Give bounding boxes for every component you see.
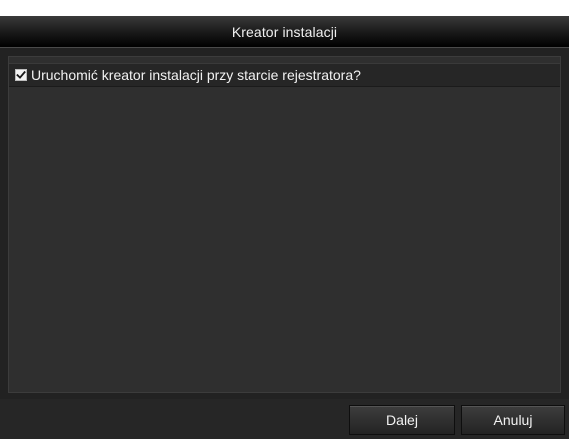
startup-wizard-option-label: Uruchomić kreator instalacji przy starci… xyxy=(31,67,361,83)
dialog-title: Kreator instalacji xyxy=(231,23,338,40)
next-button[interactable]: Dalej xyxy=(349,405,455,435)
dialog-titlebar: Kreator instalacji xyxy=(0,16,569,48)
startup-wizard-option-row[interactable]: Uruchomić kreator instalacji przy starci… xyxy=(9,63,560,87)
checkmark-icon xyxy=(16,70,26,79)
cancel-button[interactable]: Anuluj xyxy=(461,405,565,435)
dialog-content: Uruchomić kreator instalacji przy starci… xyxy=(8,56,561,393)
setup-wizard-dialog: Kreator instalacji Uruchomić kreator ins… xyxy=(0,16,569,439)
startup-wizard-checkbox[interactable] xyxy=(15,69,27,81)
dialog-footer: Dalej Anuluj xyxy=(0,399,569,439)
